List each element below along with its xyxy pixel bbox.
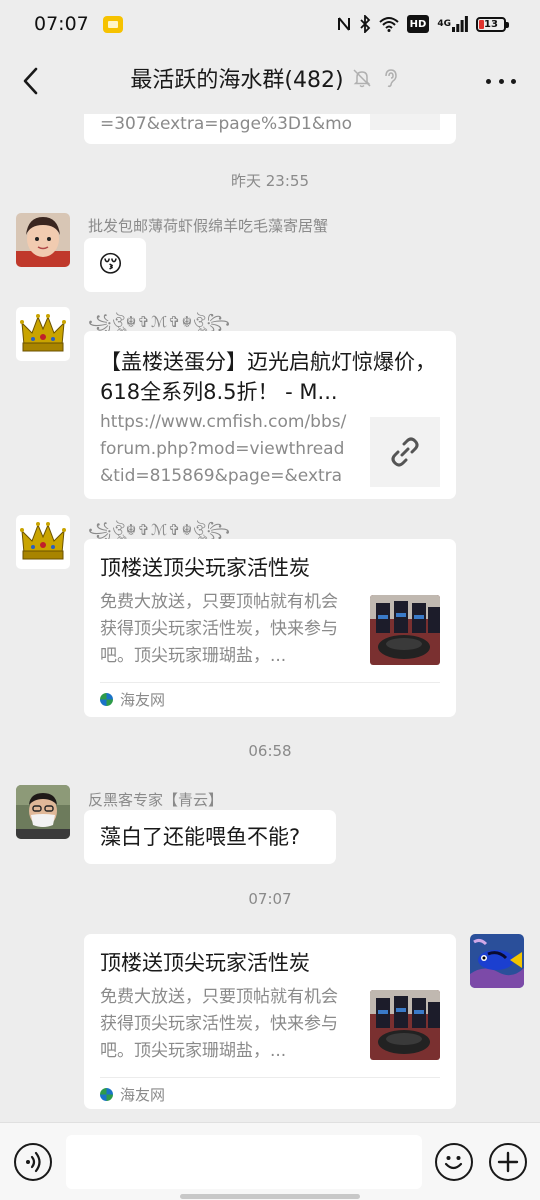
link-card[interactable]: 【盖楼送蛋分】迈光启航灯惊爆价，618全系列8.5折！ - M... https… [84, 331, 456, 499]
emoji-kissing-face: 😚 [98, 250, 124, 278]
more-functions-button[interactable] [489, 1143, 527, 1181]
home-indicator[interactable] [180, 1194, 360, 1199]
bluetooth-icon [359, 15, 371, 33]
card-description: https://www.cmfish.com/bbs/forum.php?mod… [100, 412, 347, 486]
card-title: 顶楼送顶尖玩家活性炭 [100, 556, 310, 580]
card-title: 【盖楼送蛋分】迈光启航灯惊爆价，618全系列8.5折！ - M... [100, 350, 436, 404]
message-input[interactable] [66, 1135, 422, 1189]
input-bar [0, 1122, 540, 1200]
article-card[interactable]: 顶楼送顶尖玩家活性炭 免费大放送，只要顶帖就有机会获得顶尖玩家活性炭，快来参与吧… [84, 539, 456, 717]
link-thumbnail [370, 417, 440, 487]
status-time: 07:07 [34, 13, 89, 35]
timestamp: 06:58 [248, 742, 292, 760]
chat-title: 最活跃的海水群(482) [130, 68, 344, 93]
card-description: 免费大放送，只要顶帖就有机会获得顶尖玩家活性炭，快来参与吧。顶尖玩家珊瑚盐，..… [100, 592, 338, 666]
card-source: 海友网 [100, 682, 440, 716]
status-bar: 07:07 HD 4G 13 [0, 0, 540, 48]
nfc-icon [337, 15, 351, 33]
mute-bell-icon [352, 68, 372, 88]
card-description: =307&extra=page%3D1&mo... [100, 114, 352, 134]
message-bubble[interactable]: 😚 [84, 238, 146, 292]
chat-header: 最活跃的海水群(482) [0, 48, 540, 114]
card-source: 海友网 [100, 1077, 440, 1111]
message-bubble[interactable]: 藻白了还能喂鱼不能? [84, 810, 336, 864]
wifi-icon [379, 15, 399, 33]
card-description: 免费大放送，只要顶帖就有机会获得顶尖玩家活性炭，快来参与吧。顶尖玩家珊瑚盐，..… [100, 987, 338, 1061]
source-name: 海友网 [120, 691, 166, 709]
article-thumbnail [370, 595, 440, 665]
avatar[interactable] [16, 515, 70, 569]
voice-icon [26, 1151, 41, 1173]
source-name: 海友网 [120, 1086, 166, 1104]
battery-level: 13 [484, 18, 498, 30]
plus-icon [497, 1151, 519, 1173]
battery-icon: 13 [476, 16, 509, 32]
voice-input-button[interactable] [14, 1143, 52, 1181]
article-card[interactable]: 顶楼送顶尖玩家活性炭 免费大放送，只要顶帖就有机会获得顶尖玩家活性炭，快来参与吧… [84, 934, 456, 1109]
status-icons: HD 4G 13 [337, 15, 509, 33]
cellular-signal-icon: 4G [437, 15, 468, 33]
card-thumbnail [370, 114, 440, 130]
sender-name: 反黑客专家【青云】 [88, 791, 224, 809]
dot-icon [486, 78, 491, 84]
avatar[interactable] [16, 213, 70, 267]
emoji-button[interactable] [435, 1143, 473, 1181]
hd-badge: HD [406, 15, 430, 33]
timestamp: 昨天 23:55 [231, 172, 309, 190]
dot-icon [511, 78, 516, 84]
source-logo-icon [100, 1088, 113, 1101]
source-logo-icon [100, 693, 113, 706]
earpiece-icon [380, 68, 400, 88]
avatar[interactable] [16, 785, 70, 839]
chat-title-area[interactable]: 最活跃的海水群(482) [0, 62, 480, 94]
more-options-button[interactable] [486, 70, 516, 92]
my-avatar[interactable] [470, 934, 524, 988]
smiley-icon [444, 1156, 463, 1170]
notification-icon [102, 15, 123, 33]
avatar[interactable] [16, 307, 70, 361]
message-list[interactable]: =307&extra=page%3D1&mo... 昨天 23:55 批发包邮薄… [0, 114, 540, 1122]
link-icon [391, 437, 419, 467]
message-text: 藻白了还能喂鱼不能? [100, 825, 301, 849]
partial-link-card[interactable]: =307&extra=page%3D1&mo... [84, 114, 456, 144]
dot-icon [498, 78, 504, 84]
card-title: 顶楼送顶尖玩家活性炭 [100, 951, 310, 975]
sender-name: 批发包邮薄荷虾假绵羊吃毛藻寄居蟹 [88, 217, 329, 235]
article-thumbnail [370, 990, 440, 1060]
network-type: 4G [437, 19, 451, 29]
timestamp: 07:07 [248, 890, 292, 908]
